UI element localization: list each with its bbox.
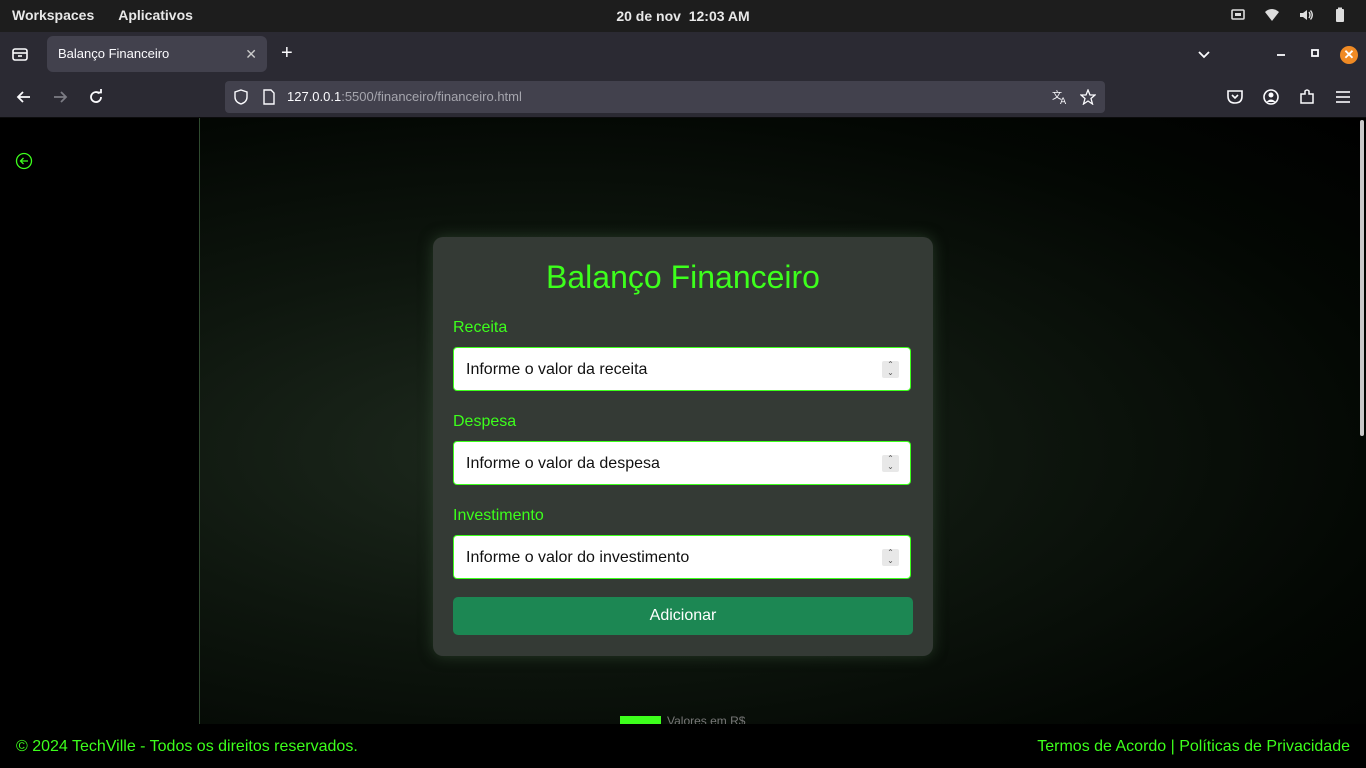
- tab-title: Balanço Financeiro: [58, 46, 170, 61]
- url-host: 127.0.0.1: [287, 89, 342, 104]
- extensions-icon[interactable]: [1298, 88, 1316, 106]
- balance-form-card: Balanço Financeiro Receita ⌃⌄ Despesa ⌃⌄…: [433, 237, 933, 656]
- despesa-stepper-icon[interactable]: ⌃ ⌄: [882, 455, 899, 472]
- sidebar: [0, 118, 200, 724]
- footer: © 2024 TechVille - Todos os direitos res…: [0, 724, 1366, 768]
- window-close-icon[interactable]: ✕: [1340, 46, 1358, 64]
- terms-link[interactable]: Termos de Acordo: [1037, 738, 1166, 755]
- shield-icon[interactable]: [233, 89, 249, 105]
- investimento-input[interactable]: [464, 536, 868, 580]
- page-icon[interactable]: [261, 89, 277, 105]
- legend-label: Valores em R$: [667, 714, 746, 724]
- os-top-bar: Workspaces Aplicativos 20 de nov 12:03 A…: [0, 0, 1366, 32]
- forward-arrow-icon[interactable]: [51, 88, 69, 106]
- url-path: :5500/financeiro/financeiro.html: [341, 89, 522, 104]
- pocket-icon[interactable]: [1226, 88, 1244, 106]
- despesa-input[interactable]: [464, 442, 868, 486]
- translate-icon[interactable]: 文A: [1052, 89, 1068, 107]
- receita-input[interactable]: [464, 348, 868, 392]
- back-arrow-icon[interactable]: [15, 88, 33, 106]
- collections-icon[interactable]: [10, 44, 30, 64]
- tab-close-icon[interactable]: ✕: [245, 46, 257, 63]
- navigation-bar: 127.0.0.1:5500/financeiro/financeiro.htm…: [0, 76, 1366, 118]
- investimento-stepper-icon[interactable]: ⌃ ⌄: [882, 549, 899, 566]
- add-button[interactable]: Adicionar: [453, 597, 913, 635]
- wifi-icon[interactable]: [1264, 7, 1280, 23]
- page-content: Balanço Financeiro Receita ⌃⌄ Despesa ⌃⌄…: [0, 118, 1366, 724]
- url-text[interactable]: 127.0.0.1:5500/financeiro/financeiro.htm…: [287, 89, 522, 104]
- legend-swatch: [620, 716, 661, 724]
- tab-balanco-financeiro[interactable]: Balanço Financeiro ✕: [47, 36, 267, 72]
- privacy-link[interactable]: Políticas de Privacidade: [1179, 738, 1350, 755]
- chevron-down-icon[interactable]: [1196, 46, 1212, 62]
- form-title: Balanço Financeiro: [546, 259, 820, 295]
- new-tab-icon[interactable]: +: [281, 43, 293, 63]
- despesa-label: Despesa: [453, 413, 517, 430]
- chart-legend: Valores em R$: [620, 714, 745, 724]
- investimento-field[interactable]: ⌃⌄: [453, 535, 911, 580]
- address-bar[interactable]: 127.0.0.1:5500/financeiro/financeiro.htm…: [225, 81, 1105, 113]
- tab-strip: Balanço Financeiro ✕ + ✕: [0, 32, 1366, 76]
- footer-separator: |: [1166, 738, 1180, 755]
- receita-field[interactable]: ⌃⌄: [453, 347, 911, 392]
- date-label: 20 de nov: [616, 8, 681, 24]
- footer-links: Termos de Acordo | Políticas de Privacid…: [1037, 738, 1350, 756]
- back-circle-icon[interactable]: [15, 152, 33, 170]
- account-icon[interactable]: [1262, 88, 1280, 106]
- bookmark-star-icon[interactable]: [1079, 88, 1097, 106]
- page-scrollbar[interactable]: [1360, 120, 1364, 436]
- screen-share-icon[interactable]: [1230, 7, 1246, 23]
- volume-icon[interactable]: [1298, 7, 1314, 23]
- reload-icon[interactable]: [87, 88, 105, 106]
- receita-stepper-icon[interactable]: ⌃ ⌄: [882, 361, 899, 378]
- receita-label: Receita: [453, 319, 508, 336]
- time-label: 12:03 AM: [688, 8, 750, 24]
- investimento-label: Investimento: [453, 507, 544, 524]
- despesa-field[interactable]: ⌃⌄: [453, 441, 911, 486]
- menu-icon[interactable]: [1334, 88, 1352, 106]
- clock[interactable]: 20 de nov 12:03 AM: [0, 8, 1366, 24]
- minimize-icon[interactable]: [1274, 46, 1288, 60]
- svg-text:A: A: [1060, 97, 1067, 105]
- battery-icon[interactable]: [1332, 7, 1348, 23]
- maximize-icon[interactable]: [1308, 46, 1322, 60]
- copyright-text: © 2024 TechVille - Todos os direitos res…: [16, 738, 358, 755]
